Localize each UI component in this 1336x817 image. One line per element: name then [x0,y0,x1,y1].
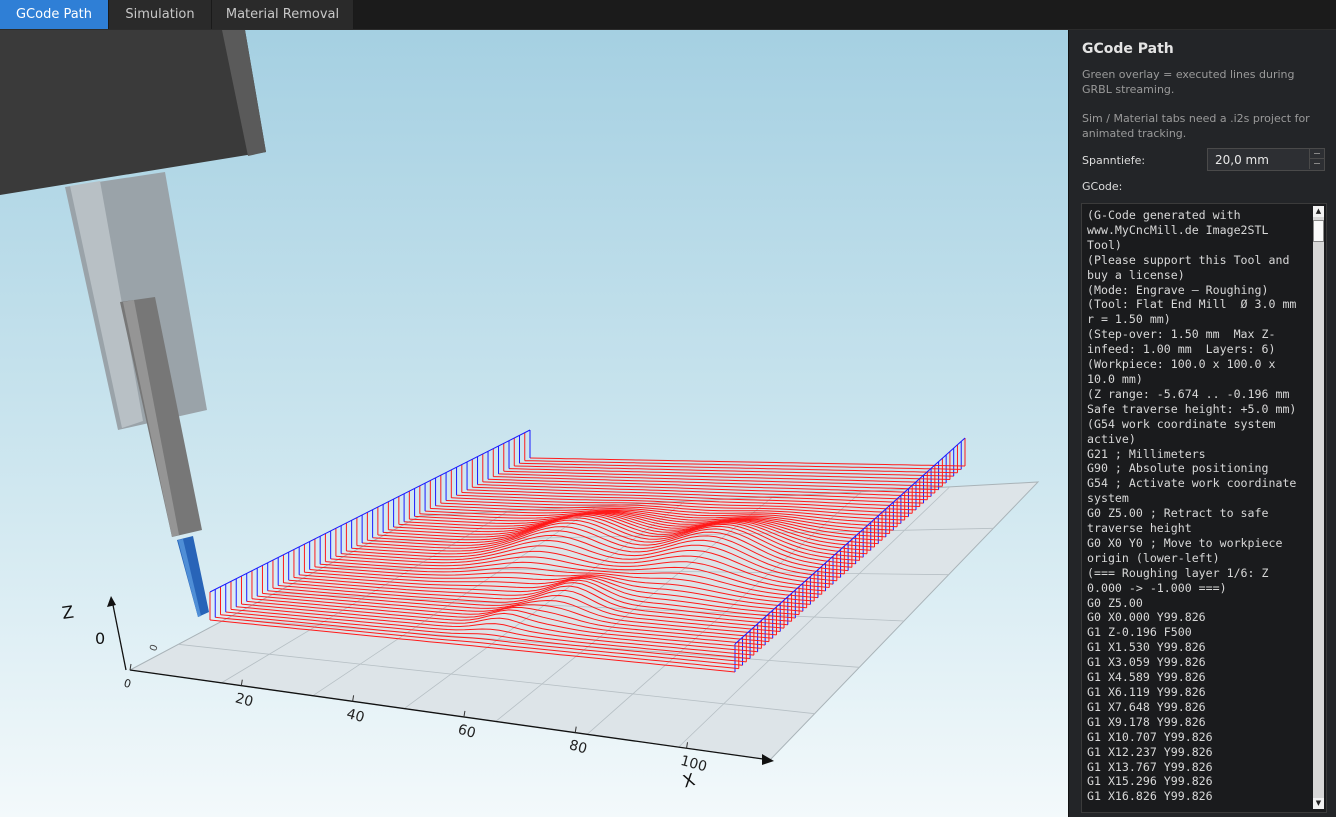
gcode-line: www.MyCncMill.de Image2STL [1087,222,1269,237]
spindle-housing [0,30,266,195]
z-axis-arrow [107,596,116,607]
3d-viewport[interactable]: 0 20 40 60 80 100 Z 0 0 X [0,30,1068,817]
panel-note-project: Sim / Material tabs need a .i2s project … [1082,112,1310,140]
gcode-line: G1 X15.296 Y99.826 [1087,774,1213,789]
gcode-line: 10.0 mm) [1087,371,1143,386]
tab-simulation[interactable]: Simulation [109,0,212,29]
spanntiefe-value[interactable]: 20,0 mm [1215,153,1269,167]
z-tick-label: 0 [148,643,161,653]
gcode-line: (=== Roughing layer 1/6: Z [1087,565,1269,580]
gcode-line: system [1087,491,1129,506]
toolpath-row [503,470,947,484]
gcode-line: infeed: 1.00 mm Layers: 6) [1087,342,1276,357]
scene: 020406080100 Z 0 0 X [0,30,1040,792]
x-axis-label: X [681,770,698,792]
gcode-line: G21 ; Millimeters [1087,446,1206,461]
scroll-thumb[interactable] [1313,220,1324,242]
spanntiefe-spinbox[interactable]: 20,0 mm [1207,148,1325,171]
gcode-line: (G54 work coordinate system [1087,416,1276,431]
gcode-scrollbar[interactable]: ▲ ▼ [1313,206,1324,809]
gcode-line: buy a license) [1087,267,1185,282]
gcode-line: G1 X1.530 Y99.826 [1087,640,1206,655]
gcode-line: (Mode: Engrave — Roughing) [1087,282,1269,297]
x-tick-label: 60 [456,722,477,742]
panel-note-streaming: Green overlay = executed lines during GR… [1082,68,1295,96]
spin-down-button[interactable] [1309,159,1324,169]
panel-title: GCode Path [1082,41,1174,57]
x-tick-label: 0 [122,677,132,691]
gcode-line: (Please support this Tool and [1087,252,1290,267]
gcode-line: G0 Z5.00 ; Retract to safe [1087,506,1269,521]
gcode-lines: (G-Code generated with www.MyCncMill.de I… [1087,208,1309,804]
gcode-line: G0 X0 Y0 ; Move to workpiece [1087,535,1283,550]
gcode-line: G0 Z5.00 [1087,595,1143,610]
gcode-line: (G-Code generated with [1087,208,1241,222]
tab-material-removal[interactable]: Material Removal [212,0,354,29]
x-tick-label: 20 [233,690,254,710]
gcode-line: G0 X0.000 Y99.826 [1087,610,1206,625]
gcode-label: GCode: [1082,180,1123,193]
x-tick-label: 40 [345,706,366,726]
gcode-line: G1 X7.648 Y99.826 [1087,699,1206,714]
gcode-line: Safe traverse height: +5.0 mm) [1087,401,1297,416]
gcode-line: G1 Z-0.196 F500 [1087,625,1192,640]
scroll-up-icon[interactable]: ▲ [1313,206,1324,217]
gcode-line: G1 X4.589 Y99.826 [1087,670,1206,685]
gcode-line: active) [1087,431,1136,446]
gcode-line: (Step-over: 1.50 mm Max Z- [1087,327,1276,342]
spanntiefe-label: Spanntiefe: [1082,154,1146,167]
spin-up-button[interactable] [1309,149,1324,159]
gcode-line: G1 X6.119 Y99.826 [1087,685,1206,699]
origin-label: 0 [95,629,105,648]
gcode-line: (Tool: Flat End Mill Ø 3.0 mm [1087,297,1297,312]
gcode-line: r = 1.50 mm) [1087,312,1171,327]
gcode-line: Tool) [1087,237,1122,252]
gcode-line: 0.000 -> -1.000 ===) [1087,580,1227,595]
gcode-line: (Workpiece: 100.0 x 100.0 x [1087,357,1276,372]
gcode-line: G1 X13.767 Y99.826 [1087,759,1213,774]
scroll-down-icon[interactable]: ▼ [1313,798,1324,809]
tab-gcode-path[interactable]: GCode Path [0,0,109,29]
z-axis-line [111,599,127,671]
gcode-line: traverse height [1087,521,1192,536]
x-tick-label: 80 [567,737,588,757]
gcode-line: G90 ; Absolute positioning [1087,461,1269,476]
gcode-line: G1 X10.707 Y99.826 [1087,729,1213,744]
tab-bar: GCode Path Simulation Material Removal [0,0,1336,30]
side-panel: GCode Path Green overlay = executed line… [1068,30,1336,817]
gcode-line: G1 X9.178 Y99.826 [1087,714,1206,729]
gcode-line: G54 ; Activate work coordinate [1087,476,1297,491]
gcode-line: G1 X12.237 Y99.826 [1087,744,1213,759]
gcode-line: origin (lower-left) [1087,550,1220,565]
gcode-line: (Z range: -5.674 .. -0.196 mm [1087,386,1290,401]
z-axis-label: Z [61,603,75,624]
gcode-line: G1 X16.826 Y99.826 [1087,789,1213,804]
gcode-line: G1 X3.059 Y99.826 [1087,655,1206,670]
gcode-text-area[interactable]: (G-Code generated with www.MyCncMill.de I… [1081,203,1327,813]
